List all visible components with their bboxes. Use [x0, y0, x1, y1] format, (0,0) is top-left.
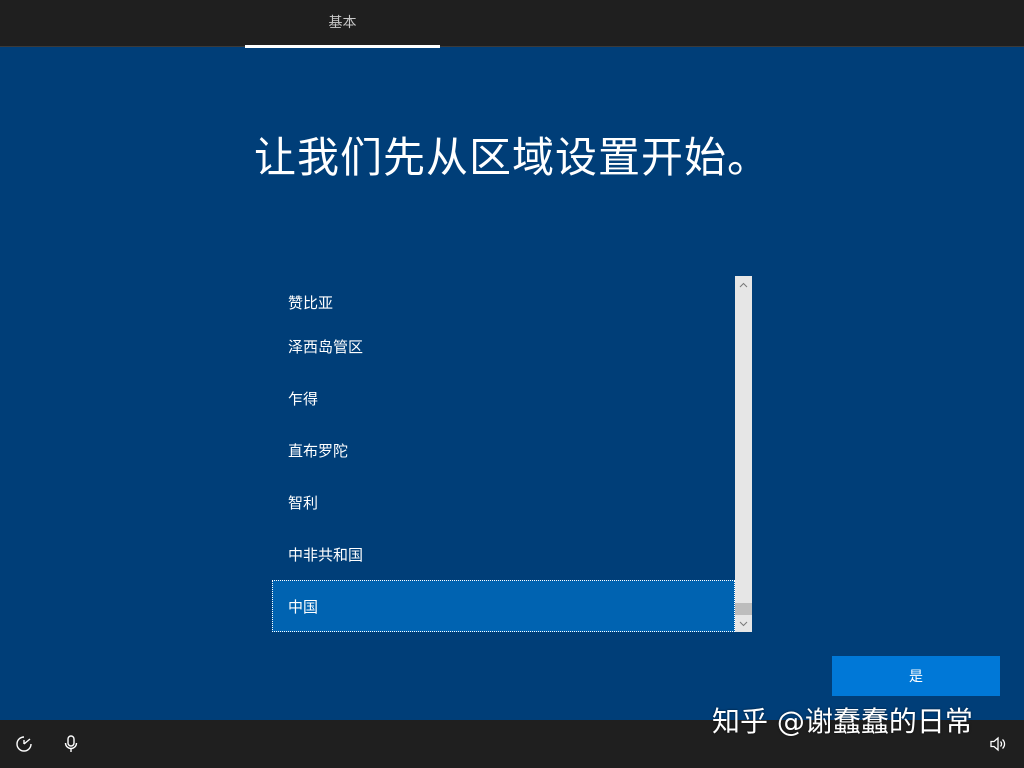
ease-of-access-button[interactable] — [14, 734, 34, 754]
chevron-up-icon — [739, 282, 748, 287]
yes-button[interactable]: 是 — [832, 656, 1000, 696]
scroll-down-button[interactable] — [735, 615, 752, 632]
list-item-label: 中国 — [288, 597, 319, 616]
list-item-label: 赞比亚 — [288, 293, 334, 312]
list-item-label: 直布罗陀 — [288, 441, 349, 460]
tab-basics: 基本 — [328, 15, 357, 31]
list-item-chad[interactable]: 乍得 — [272, 372, 735, 424]
tab-active-indicator — [245, 45, 440, 48]
list-item-china[interactable]: 中国 — [272, 580, 735, 632]
page-title: 让我们先从区域设置开始。 — [253, 133, 770, 182]
list-item-label: 智利 — [288, 493, 319, 512]
chevron-down-icon — [739, 621, 748, 626]
list-item-label: 中非共和国 — [288, 545, 364, 564]
list-item-chile[interactable]: 智利 — [272, 476, 735, 528]
list-item-central-african-republic[interactable]: 中非共和国 — [272, 528, 735, 580]
scroll-thumb[interactable] — [735, 603, 752, 615]
top-bar-divider — [0, 46, 1024, 47]
watermark: 知乎 @谢蠢蠢的日常 — [712, 705, 973, 738]
microphone-icon — [64, 735, 78, 752]
region-list[interactable]: 赞比亚 泽西岛管区 乍得 直布罗陀 智利 中非共和国 中国 — [272, 276, 752, 632]
list-item-label: 乍得 — [288, 389, 319, 408]
top-bar — [0, 0, 1024, 46]
list-item-label: 泽西岛管区 — [288, 337, 364, 356]
list-item-gibraltar[interactable]: 直布罗陀 — [272, 424, 735, 476]
region-list-items: 赞比亚 泽西岛管区 乍得 直布罗陀 智利 中非共和国 中国 — [272, 276, 735, 632]
oobe-screen: 基本 让我们先从区域设置开始。 赞比亚 泽西岛管区 乍得 直布罗陀 智利 中非共… — [0, 0, 1024, 768]
list-scrollbar[interactable] — [735, 276, 752, 632]
scroll-up-button[interactable] — [735, 276, 752, 293]
microphone-button[interactable] — [61, 734, 81, 754]
list-item-jersey[interactable]: 泽西岛管区 — [272, 320, 735, 372]
ease-of-access-icon — [16, 736, 32, 752]
